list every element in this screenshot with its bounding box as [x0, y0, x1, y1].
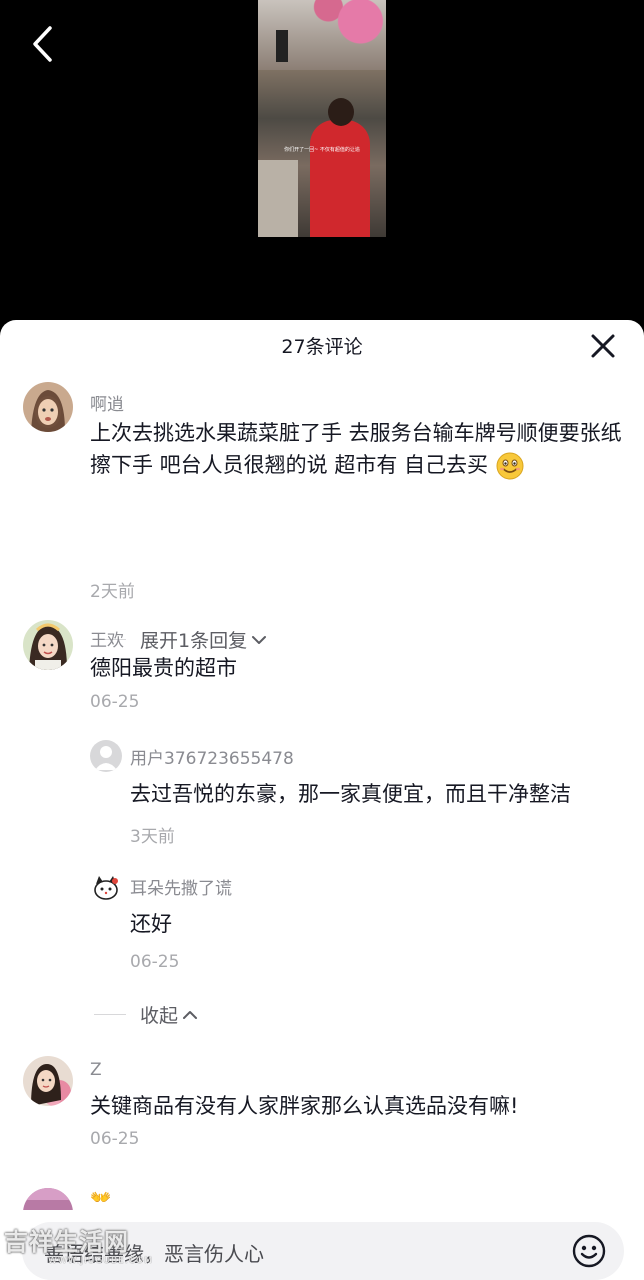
- video-thumbnail[interactable]: 你们开了一回~ 不仅有超值的让追: [258, 0, 386, 237]
- thumbnail-person: [310, 120, 370, 237]
- watermark-logo: 吉祥生活网: [4, 1228, 129, 1256]
- avatar[interactable]: [90, 740, 122, 772]
- comment-text: 关键商品有没有人家胖家那么认真选品没有嘛!: [90, 1094, 519, 1118]
- watermark-url: WWW.JIUGUBE.COM: [48, 1256, 153, 1266]
- comment-item[interactable]: 啊逍 上次去挑选水果蔬菜脏了手 去服务台输车牌号顺便要张纸擦下手 吧台人员很翘的…: [0, 380, 644, 652]
- comment-username[interactable]: Z: [90, 1060, 102, 1080]
- comment-username[interactable]: 👐: [90, 1188, 111, 1208]
- reply-text: 去过吾悦的东豪，那一家真便宜，而且干净整洁: [130, 782, 571, 806]
- sheet-header: 27条评论: [0, 320, 644, 370]
- comment-item[interactable]: 王欢 德阳最贵的超市 06-25 用户376723655478 去过吾悦的东豪，…: [0, 618, 644, 1038]
- avatar[interactable]: [23, 620, 73, 670]
- back-button[interactable]: [24, 22, 60, 66]
- comment-username[interactable]: 啊逍: [90, 390, 124, 415]
- avatar[interactable]: [23, 382, 73, 432]
- reply-username[interactable]: 用户376723655478: [130, 744, 294, 769]
- smiley-icon: [572, 1234, 606, 1268]
- thumbnail-sign: [276, 30, 288, 62]
- reply-username[interactable]: 耳朵先撒了谎: [130, 874, 232, 899]
- avatar[interactable]: [23, 1056, 73, 1106]
- comment-username[interactable]: 王欢: [90, 626, 124, 651]
- comment-time: 2天前: [90, 582, 135, 602]
- close-icon: [591, 334, 615, 358]
- close-button[interactable]: [590, 333, 616, 359]
- comment-text: 德阳最贵的超市: [90, 656, 237, 680]
- comment-item[interactable]: Z 关键商品有没有人家胖家那么认真选品没有嘛! 06-25: [0, 1054, 644, 1164]
- collapse-replies-label: 收起: [140, 1005, 179, 1027]
- comment-time: 06-25: [90, 692, 140, 712]
- collapse-replies-button[interactable]: 收起: [94, 1001, 198, 1028]
- thumbnail-head: [328, 98, 354, 126]
- grinning-face-emoji-icon: [496, 452, 524, 480]
- comment-count-title: 27条评论: [281, 336, 363, 358]
- comments-sheet: 27条评论 啊逍 上次去挑选水果蔬菜脏了手 去服务台输车牌号顺便要张纸擦下手 吧…: [0, 320, 644, 1280]
- reply-text: 还好: [130, 912, 172, 936]
- comment-body: 上次去挑选水果蔬菜脏了手 去服务台输车牌号顺便要张纸擦下手 吧台人员很翘的说 超…: [90, 421, 622, 477]
- video-player[interactable]: 你们开了一回~ 不仅有超值的让追: [0, 0, 644, 320]
- divider-line: [94, 1014, 126, 1015]
- reply-time: 3天前: [130, 827, 175, 847]
- chevron-up-icon: [183, 1010, 198, 1019]
- emoji-button[interactable]: [572, 1234, 606, 1268]
- thumbnail-counter: [258, 160, 298, 237]
- avatar[interactable]: [90, 872, 122, 904]
- comment-text: 上次去挑选水果蔬菜脏了手 去服务台输车牌号顺便要张纸擦下手 吧台人员很翘的说 超…: [90, 417, 625, 481]
- video-caption: 你们开了一回~ 不仅有超值的让追: [284, 147, 360, 153]
- reply-time: 06-25: [130, 952, 180, 972]
- chevron-left-icon: [33, 26, 52, 62]
- comment-time: 06-25: [90, 1129, 140, 1149]
